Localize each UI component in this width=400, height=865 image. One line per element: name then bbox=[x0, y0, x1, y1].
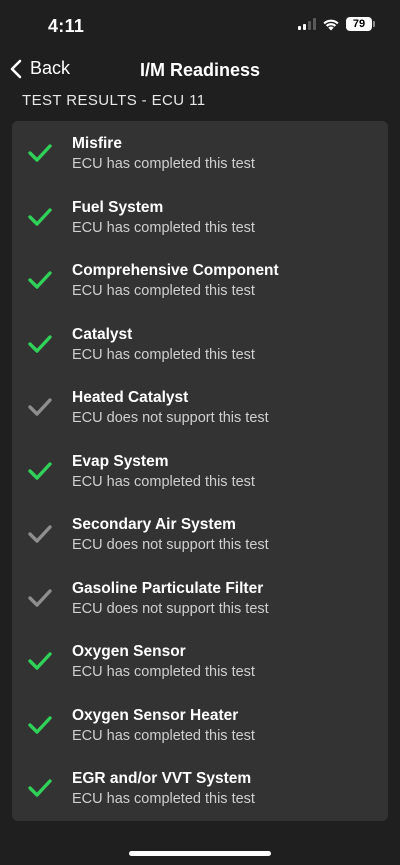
test-status: ECU does not support this test bbox=[72, 600, 269, 617]
list-item: Oxygen Sensor ECU has completed this test bbox=[12, 629, 388, 693]
list-item: Misfire ECU has completed this test bbox=[12, 121, 388, 185]
test-name: Gasoline Particulate Filter bbox=[72, 579, 264, 597]
cellular-signal-icon bbox=[298, 18, 316, 30]
battery-level: 79 bbox=[352, 18, 366, 30]
page-title: I/M Readiness bbox=[139, 60, 261, 80]
wifi-icon bbox=[323, 19, 339, 30]
checkmark-icon bbox=[28, 461, 52, 480]
test-results-list: Misfire ECU has completed this test Fuel S… bbox=[12, 121, 388, 821]
list-item: Comprehensive Component ECU has completed… bbox=[12, 248, 388, 312]
checkmark-icon bbox=[28, 779, 52, 797]
test-name: Comprehensive Component bbox=[72, 262, 279, 279]
test-name: Misfire bbox=[72, 135, 122, 152]
home-indicator[interactable] bbox=[129, 851, 271, 856]
test-status: ECU has completed this test bbox=[72, 791, 255, 807]
section-header: TEST RESULTS - ECU 11 bbox=[22, 92, 206, 109]
list-item: Fuel System ECU has completed this test bbox=[12, 185, 388, 249]
test-name: Secondary Air System bbox=[72, 516, 236, 533]
list-item: Catalyst ECU has completed this test bbox=[12, 312, 388, 376]
test-status: ECU has completed this test bbox=[72, 283, 255, 299]
status-bar: 4:11 79 bbox=[0, 0, 400, 50]
test-name: Evap System bbox=[72, 452, 169, 470]
checkmark-icon bbox=[28, 144, 52, 162]
checkmark-icon bbox=[28, 588, 52, 607]
checkmark-icon bbox=[28, 398, 52, 416]
test-name: Oxygen Sensor Heater bbox=[72, 706, 239, 724]
test-name: Fuel System bbox=[72, 198, 164, 216]
test-status: ECU does not support this test bbox=[72, 537, 269, 553]
list-item: Evap System ECU has completed this test bbox=[12, 439, 388, 503]
battery-icon: 79 bbox=[346, 17, 375, 31]
list-item: Oxygen Sensor Heater ECU has completed th… bbox=[12, 693, 388, 757]
test-status: ECU has completed this test bbox=[72, 346, 255, 363]
test-name: EGR and/or VVT System bbox=[72, 770, 252, 787]
checkmark-icon bbox=[28, 271, 52, 289]
checkmark-icon bbox=[28, 525, 52, 543]
test-status: ECU has completed this test bbox=[72, 664, 255, 680]
checkmark-icon bbox=[28, 715, 52, 734]
status-time: 4:11 bbox=[48, 16, 85, 36]
test-status: ECU has completed this test bbox=[72, 156, 255, 172]
navigation-bar: Back I/M Readiness bbox=[0, 50, 400, 92]
test-name: Catalyst bbox=[72, 325, 133, 343]
list-item: Gasoline Particulate Filter ECU does not … bbox=[12, 566, 388, 630]
checkmark-icon bbox=[28, 652, 52, 670]
list-item: EGR and/or VVT System ECU has completed t… bbox=[12, 756, 388, 820]
test-status: ECU has completed this test bbox=[72, 727, 255, 744]
test-status: ECU has completed this test bbox=[72, 219, 255, 236]
list-item: Secondary Air System ECU does not support… bbox=[12, 502, 388, 566]
test-name: Heated Catalyst bbox=[72, 389, 189, 406]
status-icons: 79 bbox=[298, 17, 375, 31]
checkmark-icon bbox=[28, 334, 52, 353]
list-item: Heated Catalyst ECU does not support this… bbox=[12, 375, 388, 439]
test-status: ECU does not support this test bbox=[72, 410, 269, 426]
test-status: ECU has completed this test bbox=[72, 473, 255, 490]
test-name: Oxygen Sensor bbox=[72, 643, 186, 660]
checkmark-icon bbox=[28, 207, 52, 226]
